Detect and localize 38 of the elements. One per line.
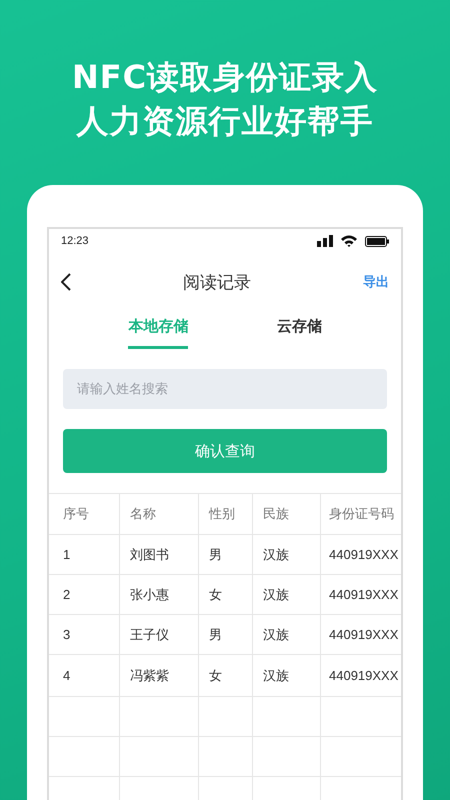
table-cell: 440919XXX <box>320 575 401 614</box>
export-link[interactable]: 导出 <box>363 273 389 291</box>
storage-tab[interactable]: 本地存储 <box>128 311 188 349</box>
column-header: 性别 <box>198 494 252 534</box>
headline: NFC读取身份证录入 <box>72 57 378 98</box>
signal-icon <box>317 235 333 247</box>
status-time: 12:23 <box>61 235 89 247</box>
table-cell: 刘图书 <box>119 535 198 574</box>
table-cell: 汉族 <box>252 655 320 696</box>
table-cell-text: 1 <box>62 546 72 564</box>
storage-tab[interactable]: 云存储 <box>276 311 322 349</box>
column-header: 序号 <box>62 505 90 523</box>
table-cell: 汉族 <box>252 535 320 574</box>
table-cell: 440919XXX <box>320 655 401 696</box>
search-field[interactable]: 请输入姓名搜索 <box>63 369 387 409</box>
table-cell: 440919XXX <box>320 615 401 654</box>
table-cell: 张小惠 <box>119 575 198 614</box>
page-title: 阅读记录 <box>183 272 251 294</box>
table-cell: 女 <box>198 655 252 696</box>
column-header: 身份证号码 <box>320 494 401 534</box>
table-cell-text: 4 <box>62 667 72 685</box>
query-button[interactable]: 确认查询 <box>63 429 387 473</box>
table-cell-text: 3 <box>62 626 72 644</box>
column-header: 名称 <box>119 494 198 534</box>
table-cell: 女 <box>198 575 252 614</box>
table-cell: 440919XXX <box>320 535 401 574</box>
table-cell: 汉族 <box>252 575 320 614</box>
table-cell-text: 2 <box>62 586 72 604</box>
table-cell: 冯紫紫 <box>119 655 198 696</box>
table-cell: 男 <box>198 535 252 574</box>
headline: 人力资源行业好帮手 <box>76 101 374 142</box>
wifi-icon <box>341 235 357 247</box>
back-icon[interactable] <box>61 273 71 291</box>
table-cell: 男 <box>198 615 252 654</box>
table-cell: 王子仪 <box>119 615 198 654</box>
column-header: 民族 <box>252 494 320 534</box>
battery-icon <box>365 236 389 246</box>
table-cell: 汉族 <box>252 615 320 654</box>
